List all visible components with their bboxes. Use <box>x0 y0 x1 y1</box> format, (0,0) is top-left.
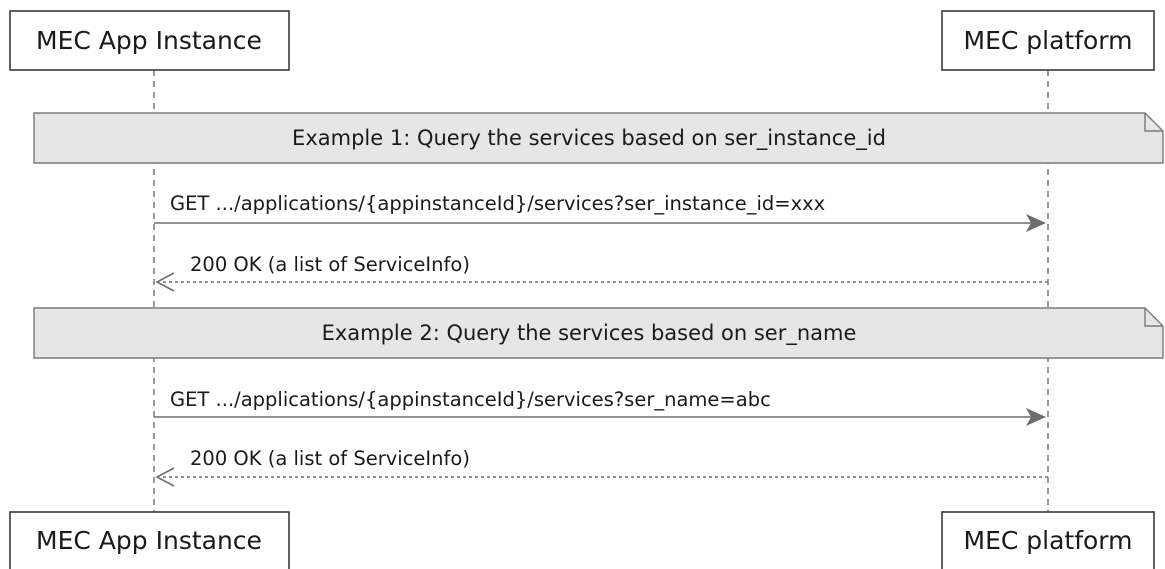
message-response-1: 200 OK (a list of ServiceInfo) <box>155 253 1048 292</box>
message-request-2: GET .../applications/{appinstanceId}/ser… <box>154 388 1046 426</box>
participant-bottom-mec-platform: MEC platform <box>941 511 1155 569</box>
note-example-1: Example 1: Query the services based on s… <box>33 112 1164 164</box>
message-label: 200 OK (a list of ServiceInfo) <box>190 253 470 276</box>
note-label: Example 2: Query the services based on s… <box>322 321 857 346</box>
sequence-diagram: MEC App Instance MEC platform Example 1:… <box>9 10 1164 569</box>
message-request-1: GET .../applications/{appinstanceId}/ser… <box>154 192 1046 232</box>
message-response-2: 200 OK (a list of ServiceInfo) <box>155 447 1048 487</box>
participant-label: MEC App Instance <box>36 26 262 55</box>
participant-label: MEC platform <box>964 526 1133 555</box>
participant-label: MEC platform <box>964 26 1133 55</box>
message-label: 200 OK (a list of ServiceInfo) <box>190 447 470 470</box>
participant-label: MEC App Instance <box>36 526 262 555</box>
note-label: Example 1: Query the services based on s… <box>292 126 886 151</box>
participant-bottom-mec-app-instance: MEC App Instance <box>9 511 290 569</box>
participant-top-mec-app-instance: MEC App Instance <box>9 10 290 71</box>
message-label: GET .../applications/{appinstanceId}/ser… <box>170 388 771 411</box>
message-label: GET .../applications/{appinstanceId}/ser… <box>170 192 825 215</box>
note-example-2: Example 2: Query the services based on s… <box>33 307 1164 359</box>
participant-top-mec-platform: MEC platform <box>941 10 1155 71</box>
